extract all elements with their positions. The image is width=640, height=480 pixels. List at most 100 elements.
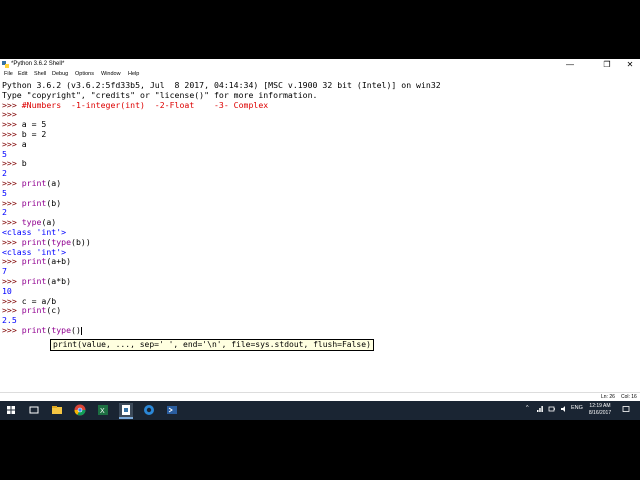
shell-line: <class 'int'> <box>2 227 66 237</box>
title-bar[interactable]: *Python 3.6.2 Shell* — ❐ ✕ <box>0 59 640 70</box>
maximize-button[interactable]: ❐ <box>597 59 617 70</box>
svg-text:X: X <box>100 408 105 415</box>
shell-line: >>> print(type() <box>2 325 82 335</box>
menu-window[interactable]: Window <box>101 71 121 78</box>
shell-token: >>> <box>2 178 22 188</box>
shell-token: <class 'int'> <box>2 246 67 257</box>
shell-line: Type "copyright", "credits" or "license(… <box>2 90 317 100</box>
notification-icon[interactable] <box>622 405 630 413</box>
shell-line: >>> a <box>2 139 27 149</box>
shell-token: a = 5 <box>21 119 47 130</box>
excel-icon[interactable]: X <box>96 403 110 417</box>
minimize-button[interactable]: — <box>560 59 580 70</box>
shell-token: >>> <box>2 217 22 228</box>
start-icon[interactable] <box>4 403 18 417</box>
close-button[interactable]: ✕ <box>620 59 640 70</box>
shell-token: <class 'int'> <box>2 227 67 237</box>
powershell-icon[interactable] <box>165 403 179 417</box>
shell-token: Python 3.6.2 (v3.6.2:5fd33b5, Jul 8 2017… <box>2 80 441 90</box>
shell-token: print <box>21 178 47 188</box>
shell-line: >>> print(a) <box>2 178 61 188</box>
shell-line: <class 'int'> <box>2 247 66 257</box>
chrome-icon[interactable] <box>73 403 87 417</box>
shell-token: Type "copyright", "credits" or "license(… <box>2 89 318 100</box>
menu-options[interactable]: Options <box>75 71 94 78</box>
menu-debug[interactable]: Debug <box>52 71 68 78</box>
shell-token: print <box>21 236 47 247</box>
shell-token: (a*b) <box>46 276 72 286</box>
shell-line: >>> type(a) <box>2 217 56 227</box>
shell-token: >>> <box>2 99 22 110</box>
shell-token: >>> <box>2 197 22 208</box>
shell-line: >>> a = 5 <box>2 119 46 129</box>
shell-token: >>> <box>2 256 22 267</box>
python-icon <box>2 61 9 68</box>
shell-token: type <box>21 217 42 228</box>
shell-line: >>> print(a+b) <box>2 256 71 266</box>
shell-token: >>> <box>2 129 22 139</box>
shell-line: >>> print(b) <box>2 198 61 208</box>
shell-token: >>> <box>2 305 22 316</box>
shell-line: >>> #Numbers -1-integer(int) -2-Float -3… <box>2 100 268 110</box>
shell-token: 7 <box>2 266 7 277</box>
system-clock[interactable]: 12:19 AM 8/16/2017 <box>585 403 615 417</box>
battery-icon[interactable] <box>548 405 556 413</box>
tray-expand-icon[interactable]: ^ <box>526 405 529 412</box>
menu-shell[interactable]: Shell <box>34 71 46 78</box>
shell-line: >>> b = 2 <box>2 129 46 139</box>
shell-token: b = 2 <box>21 129 47 139</box>
shell-line: >>> print(type(b)) <box>2 237 91 247</box>
volume-icon[interactable] <box>560 405 568 413</box>
shell-token: 5 <box>2 187 7 198</box>
shell-token: #Numbers -1-integer(int) -2-Float -3- Co… <box>21 99 269 110</box>
shell-token: >>> <box>2 295 22 306</box>
shell-token: >>> <box>2 158 22 169</box>
shell-line: 2 <box>2 168 7 178</box>
shell-line: >>> c = a/b <box>2 296 56 306</box>
clock-time: 12:19 AM <box>589 403 611 409</box>
menu-edit[interactable]: Edit <box>18 71 27 78</box>
idle-icon[interactable] <box>119 403 133 419</box>
window-title: *Python 3.6.2 Shell* <box>11 61 65 67</box>
menu-file[interactable]: File <box>4 71 13 78</box>
shell-line: Python 3.6.2 (v3.6.2:5fd33b5, Jul 8 2017… <box>2 80 441 90</box>
shell-token: (c) <box>46 305 62 316</box>
shell-token: >>> <box>2 109 17 120</box>
shell-token: >>> <box>2 236 22 247</box>
shell-token: (b)) <box>71 236 91 247</box>
shell-token: type <box>51 236 72 247</box>
shell-line: >>> print(a*b) <box>2 276 71 286</box>
task-view-icon[interactable] <box>27 403 41 417</box>
network-icon[interactable] <box>536 405 544 413</box>
shell-token: (a) <box>41 217 57 228</box>
text-cursor <box>80 326 82 335</box>
screen: *Python 3.6.2 Shell* — ❐ ✕ File Edit She… <box>0 59 640 420</box>
shell-token: 2 <box>2 207 7 218</box>
shell-token: () <box>71 325 81 335</box>
language-indicator[interactable]: ENG <box>571 405 583 412</box>
shell-token: 2 <box>2 168 7 179</box>
shell-line: 2 <box>2 207 7 217</box>
shell-token: print <box>21 197 47 208</box>
clock-date: 8/16/2017 <box>588 410 612 416</box>
shell-token: a <box>21 138 27 149</box>
shell-token: (a+b) <box>46 256 72 267</box>
menu-help[interactable]: Help <box>128 71 139 78</box>
status-line: Ln: 26 <box>601 394 615 400</box>
shell-text-area[interactable]: Python 3.6.2 (v3.6.2:5fd33b5, Jul 8 2017… <box>0 80 640 408</box>
edge-icon[interactable] <box>142 403 156 417</box>
shell-line: 10 <box>2 286 12 296</box>
shell-line: 7 <box>2 266 7 276</box>
shell-line: >>> <box>2 109 17 119</box>
shell-line: >>> b <box>2 158 27 168</box>
shell-token: 10 <box>2 285 12 296</box>
file-explorer-icon[interactable] <box>50 403 64 417</box>
shell-token: b <box>21 158 27 169</box>
calltip: print(value, ..., sep=' ', end='\n', fil… <box>50 339 374 351</box>
shell-token: (a) <box>46 178 62 188</box>
taskbar: X ^ ENG 12:19 AM 8/16/2017 <box>0 401 640 420</box>
shell-line: >>> print(c) <box>2 305 61 315</box>
shell-token: print <box>21 256 47 267</box>
shell-line: 5 <box>2 149 7 159</box>
shell-token: (b) <box>46 197 62 208</box>
